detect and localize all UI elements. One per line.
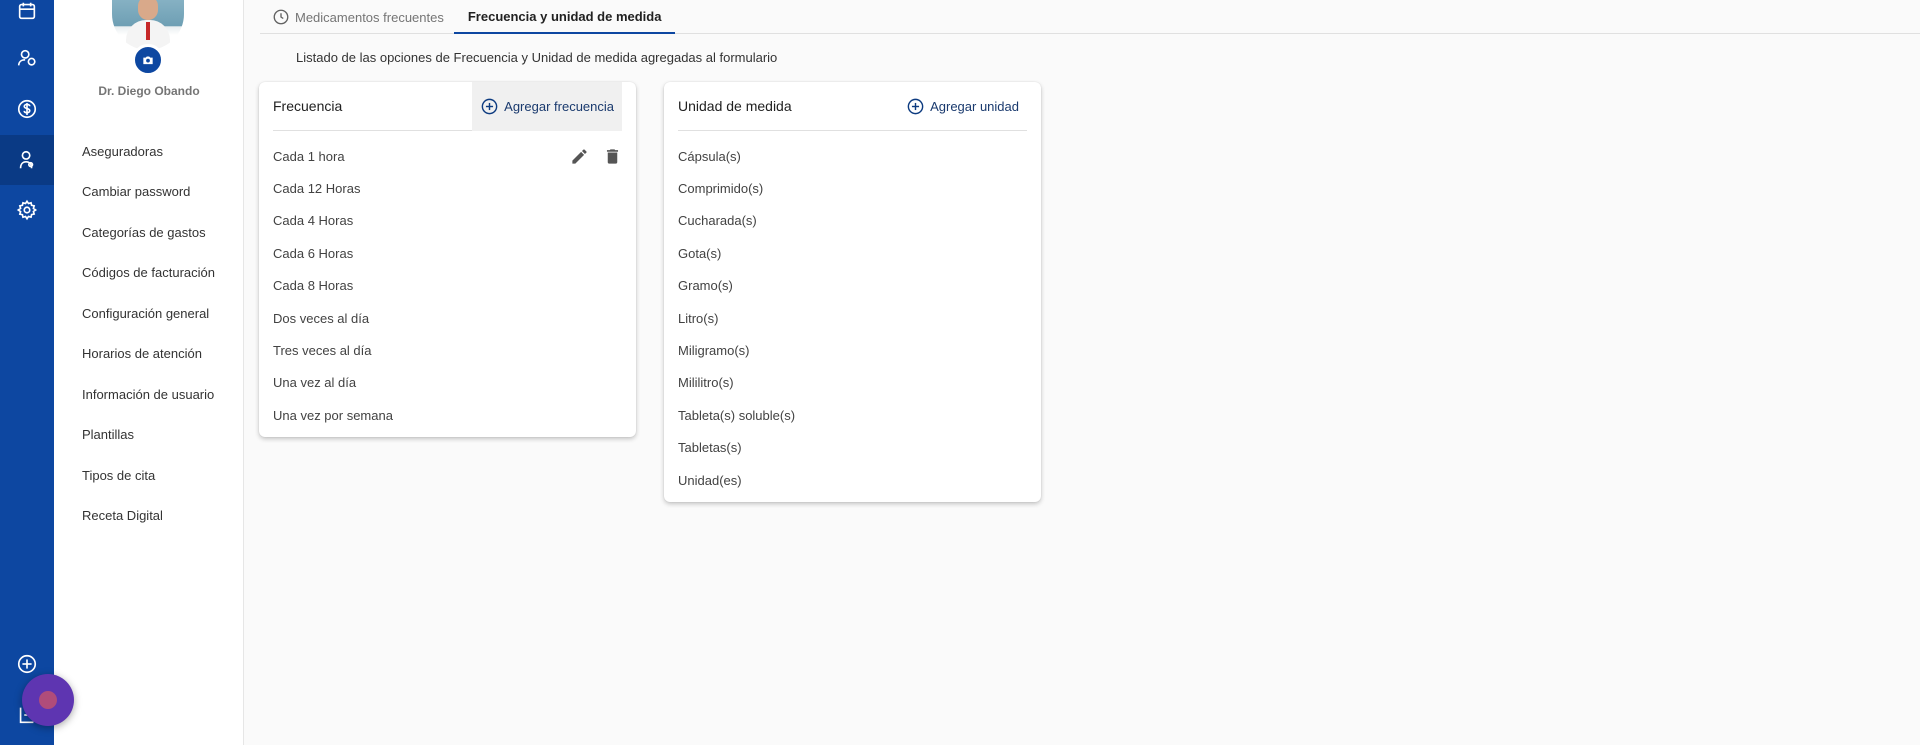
nav-item-aseguradoras[interactable]: Aseguradoras	[82, 131, 215, 172]
floating-action-button[interactable]	[22, 674, 74, 726]
avatar	[112, 0, 184, 50]
add-unit-button[interactable]: Agregar unidad	[898, 82, 1027, 131]
change-photo-button[interactable]	[132, 44, 164, 76]
nav-item-categorias-gastos[interactable]: Categorías de gastos	[82, 212, 215, 253]
list-item-label: Dos veces al día	[273, 310, 370, 326]
list-item-label: Cada 12 Horas	[273, 181, 361, 197]
add-unit-label: Agregar unidad	[930, 98, 1019, 114]
list-item[interactable]: Cada 6 Horas	[273, 237, 622, 269]
gear-icon	[16, 199, 38, 221]
rail-finance[interactable]	[0, 84, 54, 134]
list-item-label: Gota(s)	[678, 245, 722, 261]
frequency-list: Cada 1 hora Cada 12 Horas Cada 4 Horas C…	[273, 140, 622, 432]
list-item-label: Tableta(s) soluble(s)	[678, 407, 796, 423]
list-item[interactable]: Cada 1 hora	[273, 140, 622, 172]
nav-item-receta-digital[interactable]: Receta Digital	[82, 496, 215, 537]
list-item[interactable]: Cada 4 Horas	[273, 205, 622, 237]
list-item[interactable]: Mililitro(s)	[678, 367, 1027, 399]
settings-nav: Dr. Diego Obando Aseguradoras Cambiar pa…	[54, 0, 244, 745]
card-title: Frecuencia	[273, 98, 343, 114]
rail-settings[interactable]	[0, 185, 54, 235]
nav-item-cambiar-password[interactable]: Cambiar password	[82, 172, 215, 213]
icon-rail	[0, 0, 54, 745]
nav-item-tipos-cita[interactable]: Tipos de cita	[82, 455, 215, 496]
list-item-label: Miligramo(s)	[678, 343, 750, 359]
list-item[interactable]: Dos veces al día	[273, 302, 622, 334]
list-item-label: Una vez al día	[273, 375, 357, 391]
nav-item-codigos-facturacion[interactable]: Códigos de facturación	[82, 253, 215, 294]
list-item[interactable]: Una vez al día	[273, 367, 622, 399]
add-circle-icon	[481, 98, 498, 114]
calendar-icon	[18, 2, 36, 20]
nav-item-configuracion-general[interactable]: Configuración general	[82, 293, 215, 334]
frequency-card: Frecuencia Agregar frecuencia Cada 1 hor…	[259, 81, 636, 437]
tab-medicamentos-frecuentes[interactable]: Medicamentos frecuentes	[260, 0, 454, 34]
list-item-label: Unidad(es)	[678, 472, 742, 488]
list-item-label: Cada 8 Horas	[273, 278, 354, 294]
list-item[interactable]: Tableta(s) soluble(s)	[678, 399, 1027, 431]
list-item-label: Litro(s)	[678, 310, 719, 326]
page-description: Listado de las opciones de Frecuencia y …	[296, 50, 778, 65]
unit-card: Unidad de medida Agregar unidad Cápsula(…	[664, 82, 1041, 502]
list-item-label: Mililitro(s)	[678, 375, 734, 391]
list-item[interactable]: Gramo(s)	[678, 270, 1027, 302]
list-item-label: Cápsula(s)	[678, 148, 741, 164]
list-item[interactable]: Tres veces al día	[273, 334, 622, 366]
delete-icon[interactable]	[603, 147, 622, 166]
list-item-label: Gramo(s)	[678, 278, 733, 294]
tab-label: Frecuencia y unidad de medida	[467, 8, 662, 24]
edit-icon[interactable]	[570, 147, 589, 166]
list-item[interactable]: Unidad(es)	[678, 464, 1027, 496]
card-header: Frecuencia Agregar frecuencia	[273, 81, 622, 131]
list-item-label: Una vez por semana	[273, 407, 393, 423]
list-item-label: Comprimido(s)	[678, 181, 764, 197]
list-item-label: Tabletas(s)	[678, 440, 742, 456]
list-item[interactable]: Cada 12 Horas	[273, 172, 622, 204]
camera-icon	[143, 56, 153, 65]
list-item-label: Tres veces al día	[273, 343, 372, 359]
list-item[interactable]: Miligramo(s)	[678, 334, 1027, 366]
list-item[interactable]: Tabletas(s)	[678, 432, 1027, 464]
nav-item-informacion-usuario[interactable]: Información de usuario	[82, 374, 215, 415]
add-frequency-label: Agregar frecuencia	[504, 98, 614, 114]
list-item[interactable]: Gota(s)	[678, 237, 1027, 269]
add-circle-icon	[17, 654, 37, 674]
card-header: Unidad de medida Agregar unidad	[678, 82, 1027, 131]
settings-menu: Aseguradoras Cambiar password Categorías…	[82, 131, 215, 536]
rail-calendar[interactable]	[0, 0, 54, 36]
rail-doctor[interactable]	[0, 135, 54, 185]
patients-icon	[17, 49, 36, 66]
card-title: Unidad de medida	[678, 98, 792, 114]
rail-patients[interactable]	[0, 33, 54, 83]
add-circle-icon	[907, 98, 924, 114]
list-item-label: Cucharada(s)	[678, 213, 757, 229]
list-item-label: Cada 1 hora	[273, 148, 345, 164]
tab-bar: Medicamentos frecuentes Frecuencia y uni…	[260, 0, 1920, 34]
unit-list: Cápsula(s) Comprimido(s) Cucharada(s) Go…	[678, 140, 1027, 496]
list-item[interactable]: Cucharada(s)	[678, 205, 1027, 237]
list-item[interactable]: Comprimido(s)	[678, 172, 1027, 204]
add-frequency-button[interactable]: Agregar frecuencia	[472, 81, 622, 131]
tab-frecuencia-unidad[interactable]: Frecuencia y unidad de medida	[453, 0, 676, 34]
fab-dot-icon	[39, 691, 57, 709]
list-item-label: Cada 4 Horas	[273, 213, 354, 229]
list-item[interactable]: Litro(s)	[678, 302, 1027, 334]
list-item[interactable]: Una vez por semana	[273, 399, 622, 431]
doctor-icon	[19, 150, 34, 169]
list-item-label: Cada 6 Horas	[273, 245, 354, 261]
nav-item-plantillas[interactable]: Plantillas	[82, 415, 215, 456]
clock-icon	[273, 9, 289, 25]
dollar-icon	[17, 99, 37, 119]
list-item[interactable]: Cada 8 Horas	[273, 270, 622, 302]
row-actions	[570, 147, 622, 166]
nav-item-horarios-atencion[interactable]: Horarios de atención	[82, 334, 215, 375]
doctor-name: Dr. Diego Obando	[98, 84, 200, 98]
tab-label: Medicamentos frecuentes	[295, 9, 444, 25]
list-item[interactable]: Cápsula(s)	[678, 140, 1027, 172]
